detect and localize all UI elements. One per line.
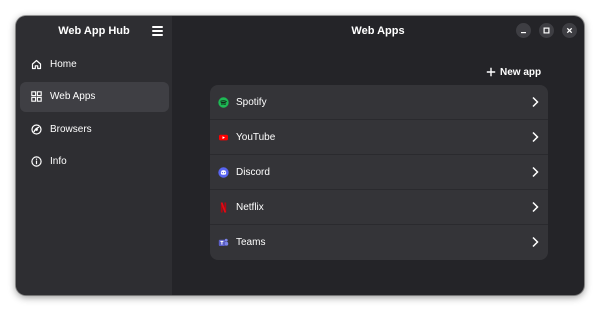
hamburger-icon[interactable] — [152, 26, 163, 36]
sidebar-nav: Home Web Apps Browsers Info — [16, 49, 172, 179]
list-item-teams[interactable]: Teams — [210, 225, 548, 260]
chevron-right-icon — [531, 96, 539, 108]
chevron-right-icon — [531, 201, 539, 213]
maximize-icon — [543, 27, 550, 34]
sidebar-item-web-apps[interactable]: Web Apps — [20, 81, 169, 112]
app-name: Teams — [236, 237, 266, 248]
close-button[interactable] — [562, 23, 577, 38]
chevron-right-icon — [531, 166, 539, 178]
app-title: Web App Hub — [58, 25, 130, 37]
sidebar-item-home[interactable]: Home — [20, 49, 169, 79]
chevron-right-icon — [531, 236, 539, 248]
app-name: Netflix — [236, 201, 264, 213]
new-app-label: New app — [500, 66, 542, 78]
discord-icon — [218, 166, 229, 178]
sidebar-item-label: Browsers — [50, 123, 92, 135]
youtube-icon — [218, 132, 229, 143]
maximize-button[interactable] — [539, 23, 554, 38]
sidebar-item-label: Info — [50, 156, 67, 167]
chevron-right-icon — [531, 131, 539, 143]
app-window: Web App Hub Home Web Apps Browsers Info … — [16, 16, 584, 295]
app-name: Spotify — [236, 96, 267, 108]
app-name: Discord — [236, 166, 270, 178]
sidebar-item-browsers[interactable]: Browsers — [20, 114, 169, 144]
list-item-youtube[interactable]: YouTube — [210, 120, 548, 155]
app-name: YouTube — [236, 131, 276, 143]
netflix-icon — [218, 202, 229, 213]
info-icon — [31, 156, 42, 167]
new-app-button[interactable]: New app — [486, 64, 541, 80]
minimize-button[interactable] — [516, 23, 531, 38]
plus-icon — [486, 67, 496, 77]
minimize-icon — [520, 27, 527, 34]
list-item-discord[interactable]: Discord — [210, 155, 548, 190]
home-icon — [31, 59, 42, 70]
grid-icon — [31, 91, 42, 102]
teams-icon — [218, 237, 229, 248]
sidebar-item-label: Home — [50, 58, 77, 70]
list-item-netflix[interactable]: Netflix — [210, 190, 548, 225]
close-icon — [566, 27, 573, 34]
spotify-icon — [218, 96, 229, 108]
sidebar-header: Web App Hub — [16, 16, 172, 46]
web-app-list: Spotify YouTube Discord Netflix Teams — [210, 85, 548, 260]
sidebar: Web App Hub Home Web Apps Browsers Info — [16, 16, 172, 295]
sidebar-item-info[interactable]: Info — [20, 147, 169, 177]
list-item-spotify[interactable]: Spotify — [210, 85, 548, 120]
sidebar-item-label: Web Apps — [50, 91, 96, 102]
browser-icon — [31, 123, 42, 135]
main-content: Web Apps New app Spotify YouTube Discord… — [172, 16, 584, 295]
